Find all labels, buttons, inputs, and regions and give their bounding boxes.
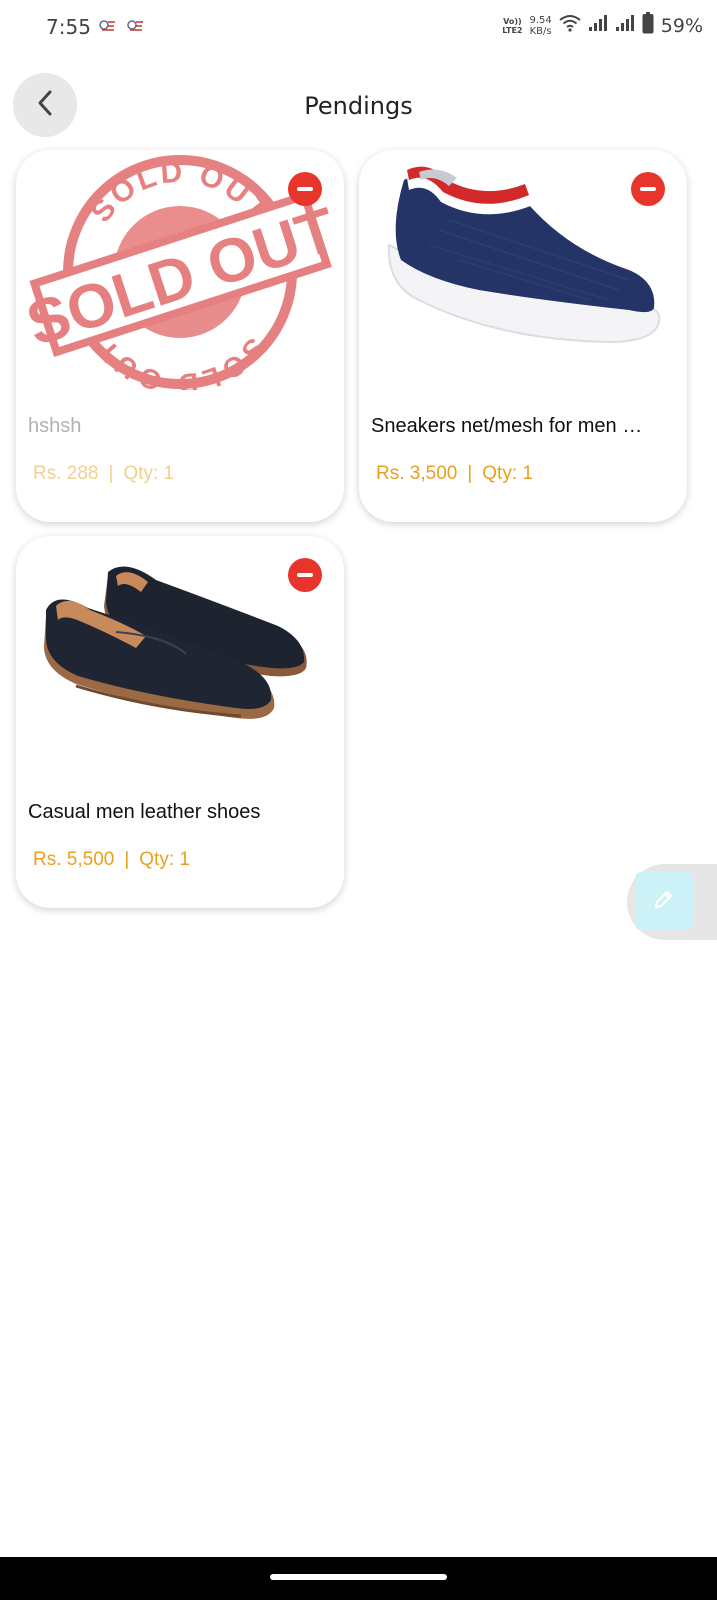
system-nav-bar [0, 1557, 717, 1600]
product-meta: Rs. 3,500 | Qty: 1 [376, 463, 533, 485]
meta-separator: | [108, 463, 114, 484]
product-name: Casual men leather shoes [28, 801, 261, 823]
remove-button[interactable] [288, 558, 322, 592]
pencil-icon [652, 887, 676, 916]
edit-fab-container [627, 864, 717, 940]
product-price: Rs. 3,500 [376, 463, 458, 484]
product-meta: Rs. 288 | Qty: 1 [33, 463, 174, 485]
battery-percent: 59% [660, 14, 703, 37]
meta-separator: | [124, 849, 130, 870]
battery-icon [642, 12, 654, 39]
volte-line1: Vo)) [503, 16, 522, 26]
product-card[interactable]: SOLD OUT SOLD OUT SOLD OUT hshsh Rs. 288… [16, 150, 344, 522]
product-card[interactable]: Sneakers net/mesh for men … Rs. 3,500 | Qt… [359, 150, 687, 522]
minus-icon [297, 187, 313, 191]
product-qty: Qty: 1 [482, 463, 533, 484]
edit-button[interactable] [635, 872, 693, 930]
remove-button[interactable] [631, 172, 665, 206]
network-speed: 9.54 KB/s [530, 15, 552, 37]
remove-button[interactable] [288, 172, 322, 206]
notification-icon [98, 18, 118, 35]
wifi-icon [559, 14, 581, 37]
status-time: 7:55 [46, 15, 91, 39]
minus-icon [297, 573, 313, 577]
product-qty: Qty: 1 [123, 463, 175, 484]
status-bar: 7:55 Vo)) LTE2 9.54 KB/s 59% [0, 0, 717, 56]
meta-separator: | [467, 463, 473, 484]
page-title: Pendings [304, 92, 413, 120]
volte-line2: LTE2 [502, 25, 523, 35]
home-handle[interactable] [270, 1574, 447, 1580]
status-right-group: Vo)) LTE2 9.54 KB/s 59% [502, 12, 703, 39]
product-price: Rs. 5,500 [33, 849, 115, 870]
product-qty: Qty: 1 [139, 849, 190, 870]
minus-icon [640, 187, 656, 191]
product-price: Rs. 288 [33, 463, 99, 484]
product-name: Sneakers net/mesh for men … [371, 415, 643, 437]
speed-unit: KB/s [529, 25, 552, 37]
signal-icon [615, 14, 635, 37]
product-card[interactable]: Casual men leather shoes Rs. 5,500 | Qty: … [16, 536, 344, 908]
signal-icon [588, 14, 608, 37]
volte-indicator: Vo)) LTE2 [502, 17, 522, 35]
notification-icon [126, 18, 146, 35]
product-meta: Rs. 5,500 | Qty: 1 [33, 849, 190, 871]
product-name: hshsh [28, 415, 82, 437]
speed-value: 9.54 [529, 14, 552, 26]
